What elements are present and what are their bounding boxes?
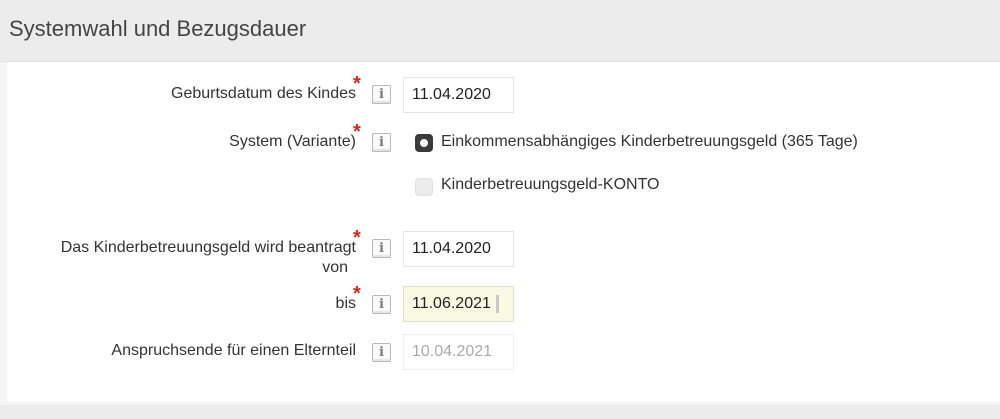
radio-income-dependent[interactable] xyxy=(415,134,433,152)
section-title: Systemwahl und Bezugsdauer xyxy=(9,16,307,41)
required-asterisk: * xyxy=(353,121,361,143)
info-icon[interactable]: i xyxy=(372,133,391,152)
section-header: Systemwahl und Bezugsdauer xyxy=(0,0,1000,62)
system-label: System (Variante) xyxy=(229,133,356,150)
from-date-input[interactable]: 11.04.2020 xyxy=(403,231,514,267)
claim-end-input: 10.04.2021 xyxy=(403,334,514,370)
info-icon[interactable]: i xyxy=(372,239,391,258)
info-icon[interactable]: i xyxy=(372,295,391,314)
birthdate-label: Geburtsdatum des Kindes xyxy=(171,85,356,102)
radio-konto[interactable] xyxy=(415,178,433,196)
birthdate-input[interactable]: 11.04.2020 xyxy=(403,77,514,113)
radio-konto-label[interactable]: Kinderbetreuungsgeld-KONTO xyxy=(441,175,660,195)
claim-end-label: Anspruchsende für einen Elternteil xyxy=(111,342,356,359)
text-cursor xyxy=(496,295,499,313)
required-asterisk: * xyxy=(353,283,361,305)
form-body: Geburtsdatum des Kindes * i 11.04.2020 S… xyxy=(7,62,1000,402)
info-icon[interactable]: i xyxy=(372,343,391,362)
next-section-strip xyxy=(0,405,1000,419)
info-icon[interactable]: i xyxy=(372,85,391,104)
from-label-line2: von xyxy=(322,259,348,276)
required-asterisk: * xyxy=(353,227,361,249)
to-date-input[interactable]: 11.06.2021 xyxy=(403,286,514,322)
required-asterisk: * xyxy=(353,73,361,95)
radio-income-dependent-label[interactable]: Einkommensabhängiges Kinderbetreuungsgel… xyxy=(441,132,858,152)
from-label-line1: Das Kinderbetreuungsgeld wird beantragt xyxy=(60,239,356,256)
to-date-value: 11.06.2021 xyxy=(412,295,491,312)
form-panel: Systemwahl und Bezugsdauer Geburtsdatum … xyxy=(0,0,1000,405)
